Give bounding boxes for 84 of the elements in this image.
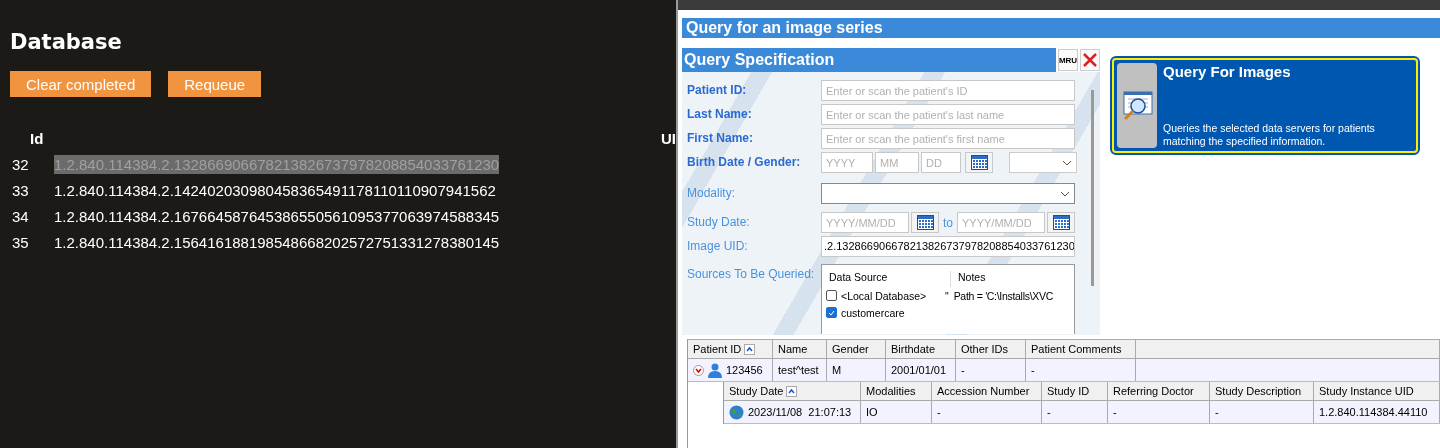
source-name: customercare <box>841 306 905 319</box>
globe-icon <box>729 404 744 420</box>
date-field[interactable]: YYYY/MM/DD <box>957 212 1045 233</box>
field-label: First Name: <box>687 130 755 147</box>
scrollbar[interactable] <box>1091 90 1094 286</box>
table-cell: - <box>1113 406 1117 418</box>
checkmark-icon <box>828 309 835 316</box>
date-part-field[interactable]: DD <box>921 152 961 173</box>
field-label: Last Name: <box>687 106 753 123</box>
column-header[interactable]: Other IDs <box>961 343 1009 355</box>
field-label: Sources To Be Queried: <box>687 266 816 283</box>
section-title: Query Specification <box>682 48 1056 72</box>
field-label: Image UID: <box>687 238 749 255</box>
column-header[interactable]: Birthdate <box>891 343 936 355</box>
image-uid-field[interactable]: .2.132866906678213826737978208854033761230 <box>821 236 1075 257</box>
calendar-button[interactable] <box>911 212 939 233</box>
person-icon <box>708 362 722 378</box>
table-cell-text: 34 <box>11 207 30 225</box>
source-notes: " Path = 'C:\Installs\XVC <box>945 289 1053 302</box>
table-cell-text: 32 <box>11 155 30 173</box>
table-cell: 1.2.840.114384.2.142402030980458365491178110110907941562 <box>54 180 496 200</box>
table-cell-text: 35 <box>11 233 30 251</box>
column-header: Id <box>29 129 45 147</box>
text-field[interactable]: Enter or scan the patient's last name <box>821 104 1075 125</box>
column-header[interactable]: Gender <box>832 343 869 355</box>
column-header[interactable]: Accession Number <box>937 385 1030 397</box>
date-field[interactable]: YYYY/MM/DD <box>821 212 909 233</box>
text-field[interactable]: Enter or scan the patient's first name <box>821 128 1075 149</box>
checkbox[interactable] <box>826 290 837 301</box>
range-label: to <box>943 215 953 230</box>
button-title: Query For Images <box>1163 63 1292 80</box>
table-cell: - <box>1215 406 1219 418</box>
column-header[interactable]: Patient ID <box>693 343 742 355</box>
table-cell: - <box>937 406 941 418</box>
table-cell: - <box>961 364 965 376</box>
magnifier-icon <box>1120 88 1154 123</box>
column-header[interactable]: Study ID <box>1047 385 1090 397</box>
table-cell: 1.2.840.114384.2.156416188198548668202572751331278380145 <box>54 232 500 252</box>
query-for-images-button[interactable]: Query For Images Queries the selected data servers for patients matching the specified information. <box>1112 58 1418 153</box>
table-cell: IO <box>866 406 878 418</box>
column-header[interactable]: Study Description <box>1215 385 1302 397</box>
column-header[interactable]: Patient Comments <box>1031 343 1122 355</box>
table-cell: 123456 <box>726 364 763 376</box>
close-button[interactable] <box>1080 49 1100 71</box>
modality-dropdown[interactable] <box>821 183 1075 204</box>
table-cell: 2001/01/01 <box>891 364 947 376</box>
calendar-button[interactable] <box>1047 212 1075 233</box>
field-label: Patient ID: <box>687 82 748 99</box>
dropdown-caret-icon <box>1060 190 1070 197</box>
dropdown-caret-icon <box>1062 159 1072 166</box>
text-field[interactable]: Enter or scan the patient's ID <box>821 80 1075 101</box>
collapse-icon[interactable] <box>693 364 704 376</box>
column-header[interactable]: Study Date <box>729 385 784 397</box>
table-cell: test^test <box>778 364 819 376</box>
calendar-icon <box>916 215 934 230</box>
field-label: Study Date: <box>687 214 751 231</box>
column-header: Data Source <box>829 271 888 283</box>
field-label: Birth Date / Gender: <box>687 154 802 171</box>
column-header[interactable]: Study Instance UID <box>1319 385 1414 397</box>
table-cell-text: 33 <box>11 181 30 199</box>
column-header: UI <box>661 129 676 147</box>
date-part-field[interactable]: MM <box>875 152 919 173</box>
button-description: Queries the selected data servers for patients matching the specified information. <box>1163 122 1376 148</box>
checkbox[interactable] <box>826 307 837 318</box>
source-name: <Local Database> <box>841 289 927 302</box>
column-header[interactable]: Modalities <box>866 385 916 397</box>
table-cell: - <box>1031 364 1035 376</box>
page-title: Database <box>10 30 122 54</box>
field-label: Modality: <box>687 185 737 202</box>
mru-button[interactable]: MRU <box>1058 49 1078 71</box>
table-cell: M <box>832 364 842 376</box>
calendar-button[interactable] <box>965 152 993 173</box>
calendar-icon <box>1052 215 1070 230</box>
table-cell: - <box>1047 406 1051 418</box>
date-part-field[interactable]: YYYY <box>821 152 873 173</box>
calendar-icon <box>970 155 988 170</box>
table-cell: 1.2.840.114384.2.167664587645386550561095377063974588345 <box>54 206 500 226</box>
column-header[interactable]: Name <box>778 343 808 355</box>
close-icon <box>1082 52 1098 68</box>
table-cell: 2023/11/08 21:07:13 <box>748 406 852 418</box>
table-cell: 1.2.840.114384.44110 <box>1319 406 1428 418</box>
column-header: Notes <box>958 271 986 283</box>
column-header[interactable]: Referring Doctor <box>1113 385 1194 397</box>
window-title: Query for an image series <box>682 18 1440 38</box>
